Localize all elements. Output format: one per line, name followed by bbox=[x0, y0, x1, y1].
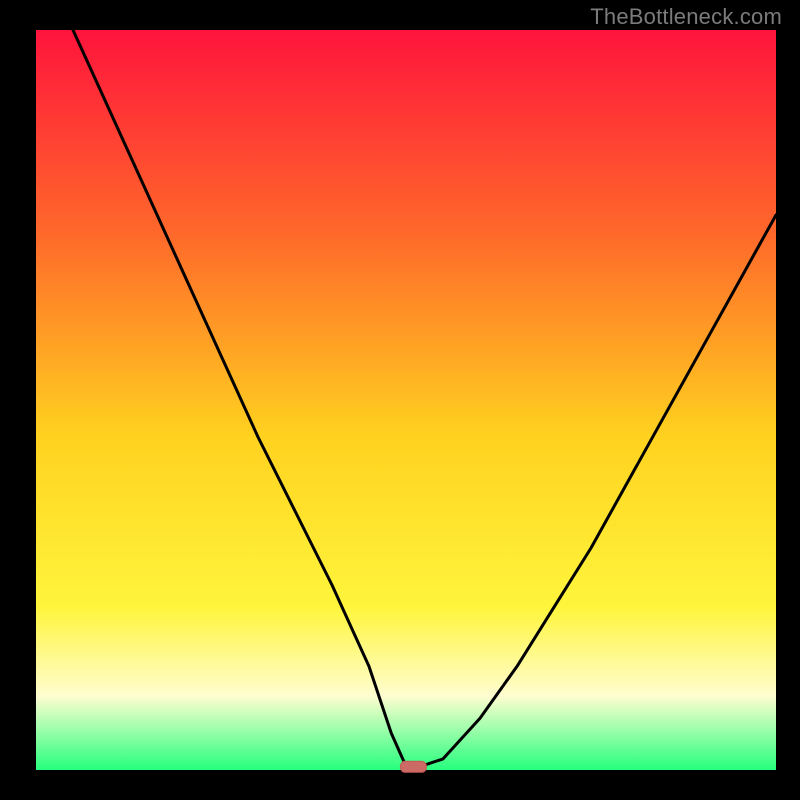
bottleneck-chart bbox=[0, 0, 800, 800]
optimal-marker bbox=[400, 761, 426, 772]
plot-background bbox=[36, 30, 776, 770]
chart-frame: TheBottleneck.com bbox=[0, 0, 800, 800]
watermark-text: TheBottleneck.com bbox=[590, 4, 782, 30]
